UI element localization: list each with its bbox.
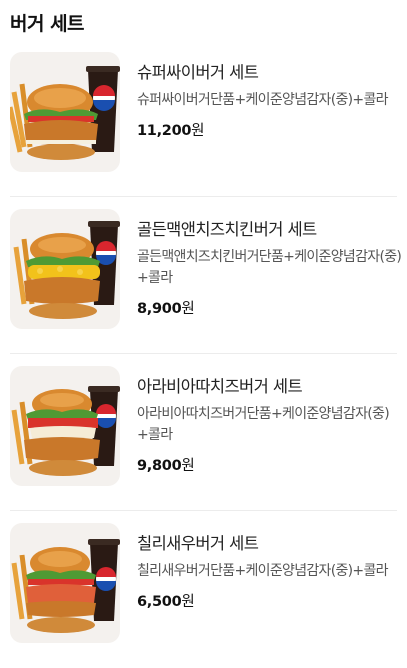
- burger-set-image[interactable]: [10, 209, 120, 329]
- burger-set-image[interactable]: [10, 52, 120, 172]
- item-name: 골든맥앤치즈치킨버거 세트: [137, 220, 317, 239]
- burger-set-image[interactable]: [10, 366, 120, 486]
- price-value: 8,900: [137, 301, 182, 317]
- price-value: 11,200: [137, 123, 192, 139]
- item-price: 9,800원: [137, 454, 402, 475]
- price-unit: 원: [181, 594, 195, 610]
- item-description: 아라비아따치즈버거단품+케이준양념감자(중)+콜라: [137, 406, 390, 443]
- menu-item[interactable]: 골든맥앤치즈치킨버거 세트 골든맥앤치즈치킨버거단품+케이준양념감자(중)+콜라…: [10, 197, 402, 354]
- price-unit: 원: [181, 458, 195, 474]
- item-description: 골든맥앤치즈치킨버거단품+케이준양념감자(중)+콜라: [137, 249, 402, 286]
- item-description: 슈퍼싸이버거단품+케이준양념감자(중)+콜라: [137, 92, 389, 108]
- menu-item[interactable]: 칠리새우버거 세트 칠리새우버거단품+케이준양념감자(중)+콜라 6,500원: [10, 511, 397, 668]
- item-name: 슈퍼싸이버거 세트: [137, 63, 259, 82]
- menu-item[interactable]: 아라비아따치즈버거 세트 아라비아따치즈버거단품+케이준양념감자(중)+콜라 9…: [10, 354, 397, 511]
- price-value: 6,500: [137, 594, 182, 610]
- menu-item[interactable]: 슈퍼싸이버거 세트 슈퍼싸이버거단품+케이준양념감자(중)+콜라 11,200원: [10, 40, 397, 197]
- section-title: 버거 세트: [10, 13, 85, 35]
- item-description: 칠리새우버거단품+케이준양념감자(중)+콜라: [137, 563, 389, 579]
- item-name: 칠리새우버거 세트: [137, 534, 259, 553]
- menu-list: 슈퍼싸이버거 세트 슈퍼싸이버거단품+케이준양념감자(중)+콜라 11,200원: [0, 40, 407, 668]
- burger-set-image[interactable]: [10, 523, 120, 643]
- item-name: 아라비아따치즈버거 세트: [137, 377, 303, 396]
- price-value: 9,800: [137, 458, 182, 474]
- item-price: 11,200원: [137, 119, 402, 140]
- item-price: 8,900원: [137, 297, 402, 318]
- item-price: 6,500원: [137, 590, 402, 611]
- price-unit: 원: [191, 123, 205, 139]
- price-unit: 원: [181, 301, 195, 317]
